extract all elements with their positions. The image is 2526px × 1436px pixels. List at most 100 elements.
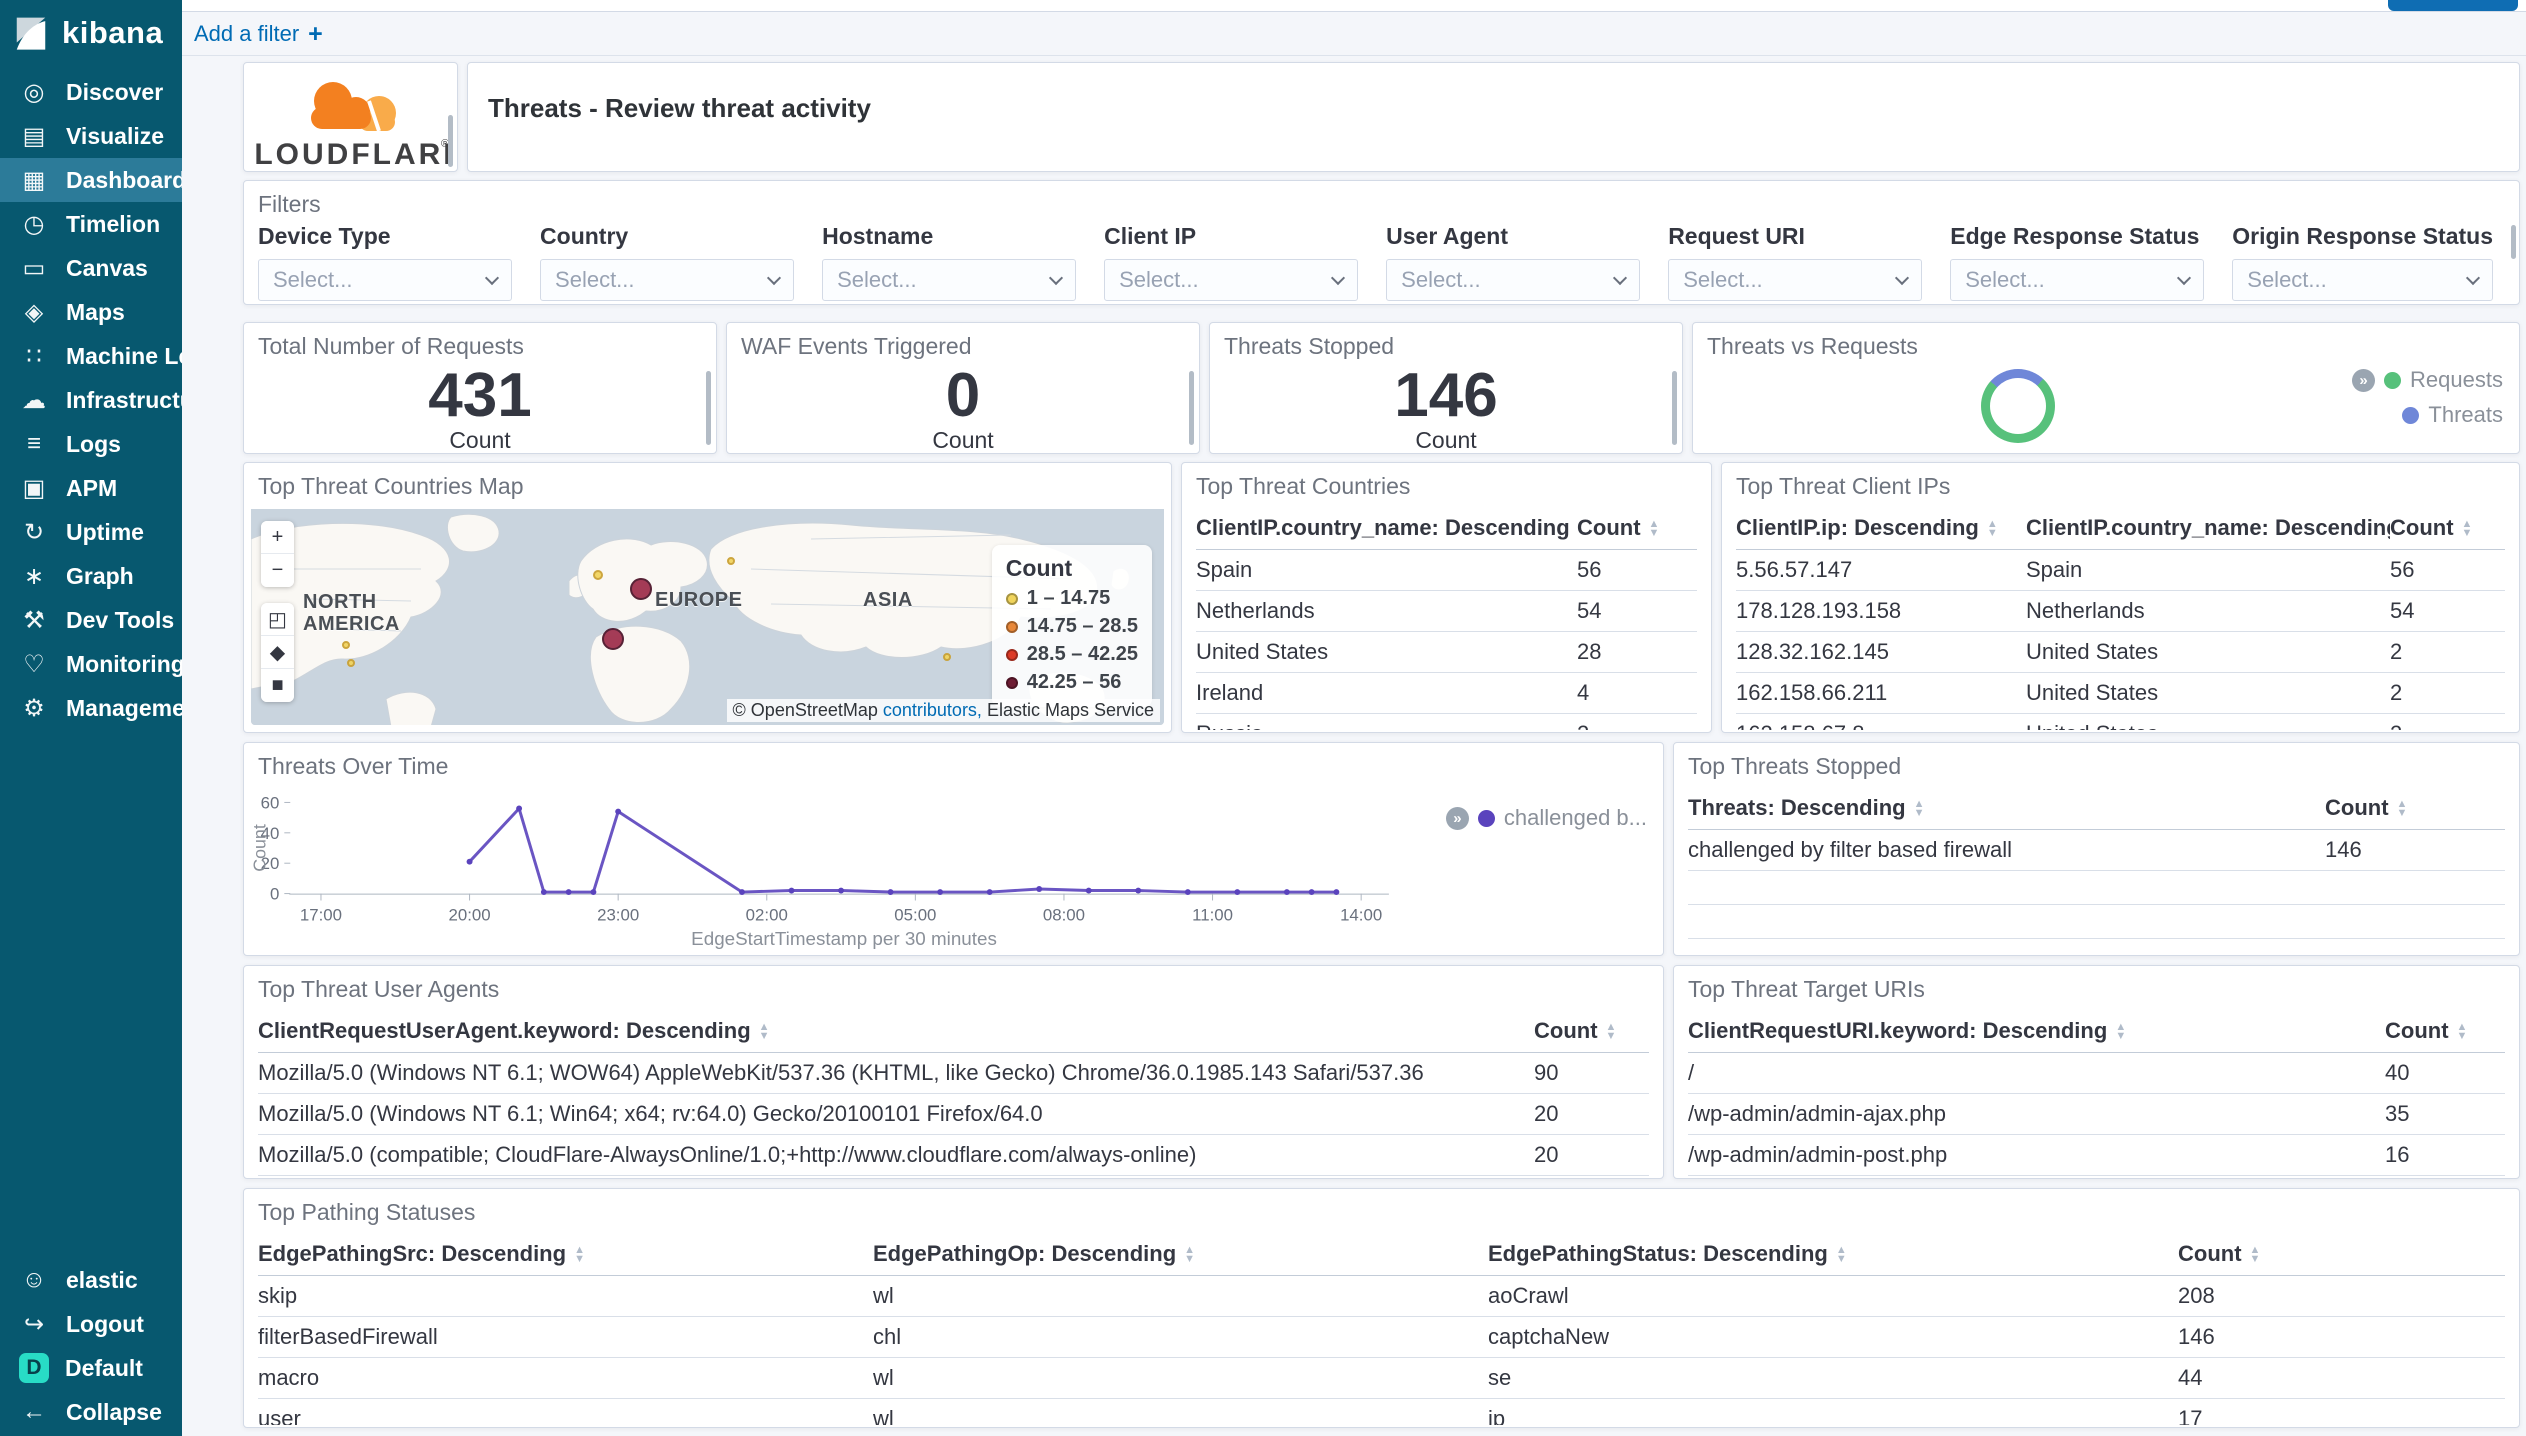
table-cell: 2 <box>2390 631 2505 673</box>
map-marker-china[interactable] <box>943 653 951 661</box>
column-header[interactable]: EdgePathingSrc: Descending ▲ ▼ <box>258 1233 873 1276</box>
sidebar-item-visualize[interactable]: ▤ Visualize <box>0 114 182 158</box>
sidebar-item-dev-tools[interactable]: ⚒ Dev Tools <box>0 598 182 642</box>
column-header[interactable]: Count ▲ ▼ <box>1534 1010 1649 1053</box>
main-content: Add a filter + CLOUDFLARE ® <box>182 0 2526 1436</box>
scrollbar[interactable] <box>2511 225 2516 259</box>
draw-polygon-button[interactable]: ◆ <box>261 636 294 669</box>
attribution-link[interactable]: contributors, <box>883 700 982 720</box>
scrollbar[interactable] <box>1672 371 1677 445</box>
table-row: /wp-admin/admin-post.php 16 <box>1688 1134 2505 1176</box>
scrollbar[interactable] <box>706 371 711 445</box>
table-row: Mozilla/5.0 (Windows NT 6.1; WOW64) Appl… <box>258 1052 1649 1094</box>
sidebar-item-maps[interactable]: ◈ Maps <box>0 290 182 334</box>
map-marker-russia[interactable] <box>727 557 735 565</box>
sidebar-item-discover[interactable]: ◎ Discover <box>0 70 182 114</box>
sidebar-item-logs[interactable]: ≡ Logs <box>0 422 182 466</box>
legend-label[interactable]: challenged b... <box>1504 805 1647 831</box>
hostname-select[interactable]: Select... <box>822 259 1077 301</box>
svg-text:20:00: 20:00 <box>449 905 491 924</box>
map-marker-united-kingdom[interactable] <box>593 570 603 580</box>
map-marker-netherlands[interactable] <box>630 578 652 600</box>
column-header[interactable]: ClientRequestURI.keyword: Descending ▲ ▼ <box>1688 1010 2385 1053</box>
origin-response-status-select[interactable]: Select... <box>2232 259 2493 301</box>
sidebar-item-label: Collapse <box>66 1398 162 1425</box>
metric-threats-stopped: Threats Stopped 146 Count <box>1209 322 1683 454</box>
table-cell: 20 <box>1534 1134 1649 1176</box>
svg-text:CLOUDFLARE: CLOUDFLARE <box>251 138 451 171</box>
sidebar-item-logout[interactable]: ↪ Logout <box>0 1302 182 1346</box>
sidebar-item-dashboard[interactable]: ▦ Dashboard <box>0 158 182 202</box>
legend-range-label: 14.75 – 28.5 <box>1026 615 1138 637</box>
scrollbar[interactable] <box>448 115 453 167</box>
cloudflare-logo: CLOUDFLARE ® <box>251 81 451 171</box>
table-cell: wl <box>873 1275 1488 1317</box>
column-header[interactable]: ClientIP.country_name: Descending▲▼ <box>1196 507 1577 550</box>
request-uri-select[interactable]: Select... <box>1668 259 1923 301</box>
map-canvas[interactable]: NORTH AMERICA EUROPE ASIA + − ◰ ◆ ■ Coun… <box>251 509 1164 725</box>
filters-panel: Filters Device Type Select... Country Se… <box>243 180 2520 305</box>
column-header[interactable]: Count ▲ ▼ <box>1577 507 1697 550</box>
sidebar-item-infrastructure[interactable]: ☁ Infrastructure <box>0 378 182 422</box>
user-agent-select[interactable]: Select... <box>1386 259 1641 301</box>
sidebar-item-monitoring[interactable]: ♡ Monitoring <box>0 642 182 686</box>
country-select[interactable]: Select... <box>540 259 795 301</box>
legend-label[interactable]: Threats <box>2428 402 2503 428</box>
map-marker-us-central-2[interactable] <box>347 659 355 667</box>
column-header[interactable]: EdgePathingOp: Descending ▲ ▼ <box>873 1233 1488 1276</box>
update-button-clipped[interactable] <box>2388 0 2518 11</box>
line-chart[interactable]: 020406017:00 20:00 23:00 02:00 05:00 08:00 11:… <box>244 743 1663 955</box>
column-header[interactable]: Count ▲ ▼ <box>2390 507 2505 550</box>
sidebar-item-apm[interactable]: ▣ APM <box>0 466 182 510</box>
legend-label[interactable]: Requests <box>2410 367 2503 393</box>
device-type-select[interactable]: Select... <box>258 259 513 301</box>
map-draw-controls: ◰ ◆ ■ <box>261 603 294 702</box>
column-header[interactable]: Count ▲ ▼ <box>2385 1010 2505 1053</box>
sidebar-item-graph[interactable]: ∗ Graph <box>0 554 182 598</box>
table-cell: / <box>1688 1052 2385 1094</box>
scrollbar[interactable] <box>1189 371 1194 445</box>
sidebar-item-machine-le[interactable]: ∷ Machine Le... <box>0 334 182 378</box>
client-ip-select[interactable]: Select... <box>1104 259 1359 301</box>
sidebar-item-label: Graph <box>66 562 134 589</box>
sidebar-item-label: Infrastructure <box>66 386 182 413</box>
filters-panel-title: Filters <box>258 191 321 217</box>
column-header[interactable]: Threats: Descending ▲ ▼ <box>1688 787 2325 830</box>
zoom-in-button[interactable]: + <box>261 521 294 554</box>
map-marker-us-central-1[interactable] <box>342 641 350 649</box>
table-row: Russia2 <box>1196 713 1697 730</box>
column-header[interactable]: ClientRequestUserAgent.keyword: Descendi… <box>258 1010 1534 1053</box>
map-marker-spain[interactable] <box>602 628 624 650</box>
legend-expand-icon[interactable]: » <box>1445 806 1469 830</box>
column-header[interactable]: EdgePathingStatus: Descending ▲ ▼ <box>1488 1233 2178 1276</box>
add-filter-link[interactable]: Add a filter <box>194 21 299 47</box>
sidebar-item-collapse[interactable]: ← Collapse <box>0 1390 182 1434</box>
kibana-brand[interactable]: kibana <box>0 0 182 62</box>
edge-response-status-select[interactable]: Select... <box>1950 259 2205 301</box>
table-cell: 40 <box>2385 1052 2505 1094</box>
draw-rectangle-button[interactable]: ■ <box>261 669 294 702</box>
zoom-out-button[interactable]: − <box>261 554 294 587</box>
column-header[interactable]: ClientIP.country_name: Descending▲▼ <box>2026 507 2390 550</box>
sort-icon: ▲ ▼ <box>1605 1021 1617 1043</box>
crop-tool-button[interactable]: ◰ <box>261 603 294 636</box>
table-cell: 28 <box>1577 631 1697 673</box>
table-cell: wl <box>873 1398 1488 1425</box>
metric-title: Total Number of Requests <box>258 333 524 359</box>
sidebar-item-uptime[interactable]: ↻ Uptime <box>0 510 182 554</box>
column-header[interactable]: Count ▲ ▼ <box>2325 787 2505 830</box>
plus-icon[interactable]: + <box>308 20 323 49</box>
sidebar-item-timelion[interactable]: ◷ Timelion <box>0 202 182 246</box>
sidebar-item-canvas[interactable]: ▭ Canvas <box>0 246 182 290</box>
legend-range-label: 1 – 14.75 <box>1026 587 1111 609</box>
sidebar-item-management[interactable]: ⚙ Management <box>0 686 182 730</box>
sidebar-item-elastic[interactable]: ☺ elastic <box>0 1258 182 1302</box>
svg-text:05:00: 05:00 <box>894 905 936 924</box>
donut-chart[interactable] <box>1981 369 2055 443</box>
column-header[interactable]: ClientIP.ip: Descending ▲ ▼ <box>1736 507 2026 550</box>
column-header[interactable]: Count ▲ ▼ <box>2178 1233 2505 1276</box>
legend-expand-icon[interactable]: » <box>2352 368 2376 392</box>
top-threat-user-agents-panel: Top Threat User Agents ClientRequestUser… <box>243 965 1664 1179</box>
map-legend-entry: 28.5 – 42.25 <box>1005 643 1138 666</box>
sidebar-item-default[interactable]: D Default <box>0 1346 182 1390</box>
